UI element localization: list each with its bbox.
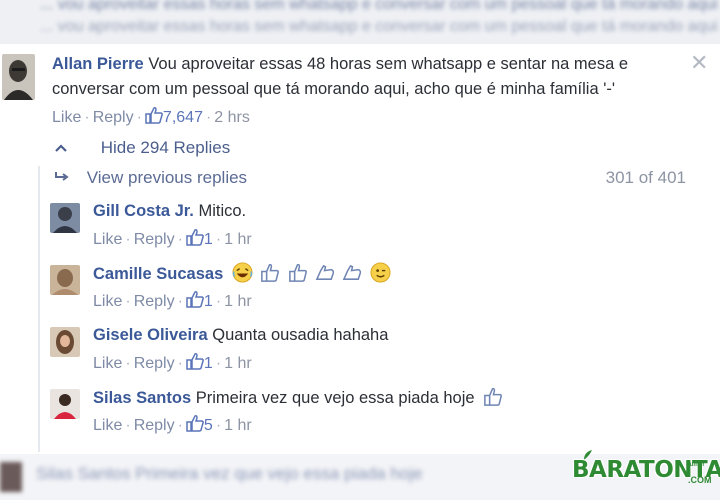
thumbs-up-icon [186,291,204,308]
likes-count[interactable]: 1 [186,353,213,372]
blurred-previous-comment: ... vou aproveitar essas horas sem whats… [0,0,720,44]
avatar[interactable] [50,327,80,357]
likes-number: 5 [203,417,213,434]
reply-author[interactable]: Gisele Oliveira [93,326,208,344]
winking-emoji-icon [370,262,391,283]
reply-author[interactable]: Gill Costa Jr. [93,202,194,220]
hide-replies-toggle[interactable]: Hide 294 Replies [54,138,230,158]
likes-number: 1 [203,293,213,310]
likes-number: 7,647 [162,109,203,126]
reply-link[interactable]: Reply [134,293,175,310]
reply-actions: Like · Reply · 1 · 1 hr [93,228,252,249]
thumbs-up-icon [186,415,204,432]
close-icon[interactable]: ✕ [690,50,708,76]
likes-number: 1 [203,231,213,248]
blurred-text: ... vou aproveitar essas horas sem whats… [40,0,720,13]
watermark-suffix: .COM [688,475,712,485]
reply-time[interactable]: 1 hr [224,355,252,372]
reply-text: Mitico. [198,202,247,220]
avatar[interactable] [50,203,80,233]
reply-actions: Like · Reply · 5 · 1 hr [93,414,252,435]
view-previous-replies: View previous replies 301 of 401 [54,168,694,188]
comment-actions: Like · Reply · 7,647 · 2 hrs [52,105,692,130]
avatar[interactable] [2,54,35,100]
likes-count[interactable]: 5 [186,415,213,434]
likes-count[interactable]: 7,647 [145,107,203,126]
reply-actions: Like · Reply · 1 · 1 hr [93,352,252,373]
comment-thread: Allan Pierre Vou aproveitar essas 48 hor… [0,44,720,454]
watermark-tagline: humor [686,462,705,468]
reply-time[interactable]: 1 hr [224,231,252,248]
laughing-emoji-icon [232,262,253,283]
thread-divider [38,166,40,452]
reply-emojis [232,262,393,283]
hide-replies-label: Hide 294 Replies [100,138,231,157]
thumbs-up-icon [484,387,503,406]
likes-count[interactable]: 1 [186,229,213,248]
reply-author[interactable]: Silas Santos [93,389,191,407]
reply-link[interactable]: Reply [134,231,175,248]
hand-icon [315,264,334,280]
likes-number: 1 [203,355,213,372]
reply-text: Primeira vez que vejo essa piada hoje [195,389,475,407]
view-previous-label[interactable]: View previous replies [87,168,247,187]
like-link[interactable]: Like [52,109,81,126]
thumbs-up-icon [289,263,308,282]
reply-author[interactable]: Camille Sucasas [93,265,223,283]
like-link[interactable]: Like [93,293,122,310]
reply-arrow-icon [54,168,74,188]
comment-time[interactable]: 2 hrs [214,109,250,126]
blurred-text-line2: ... vou aproveitar essas horas sem whats… [40,18,720,35]
thumbs-up-icon [186,229,204,246]
comment: Allan Pierre Vou aproveitar essas 48 hor… [52,52,692,130]
chevron-up-icon [54,138,74,158]
thumbs-up-icon [145,107,163,124]
reply-link[interactable]: Reply [134,355,175,372]
reply-link[interactable]: Reply [134,417,175,434]
reply-actions: Like · Reply · 1 · 1 hr [93,290,252,311]
comment-author[interactable]: Allan Pierre [52,55,144,73]
reply-time[interactable]: 1 hr [224,293,252,310]
reply-count: 301 of 401 [605,168,686,187]
like-link[interactable]: Like [93,231,122,248]
thumbs-up-icon [261,263,280,282]
like-link[interactable]: Like [93,355,122,372]
blurred-avatar [0,462,22,492]
reply-time[interactable]: 1 hr [224,417,252,434]
blurred-text: Silas Santos Primeira vez que vejo essa … [36,464,423,483]
hand-icon [342,264,362,280]
reply-link[interactable]: Reply [93,109,134,126]
reply-text: Quanta ousadia hahaha [212,326,389,344]
watermark-logo: BARATONTA humor .COM [572,449,720,493]
thumbs-up-icon [186,353,204,370]
avatar[interactable] [50,389,80,419]
avatar[interactable] [50,265,80,295]
likes-count[interactable]: 1 [186,291,213,310]
like-link[interactable]: Like [93,417,122,434]
